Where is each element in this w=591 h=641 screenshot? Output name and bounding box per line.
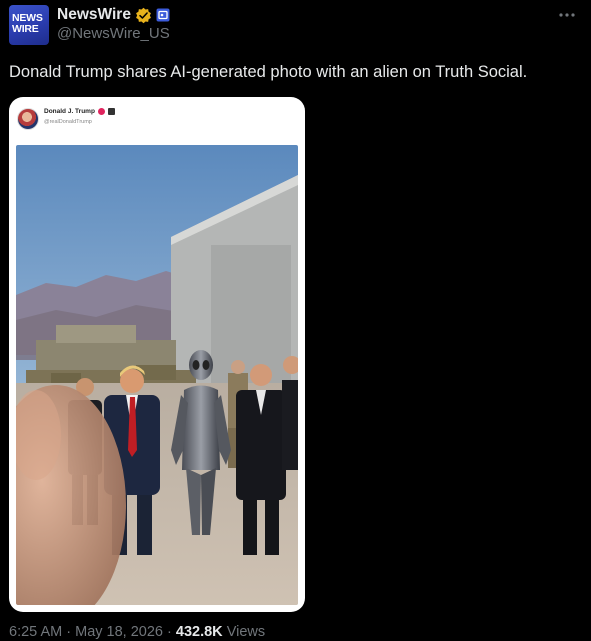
account-handle[interactable]: @NewsWire_US	[57, 25, 170, 42]
meta-separator-2: ·	[167, 624, 172, 640]
ai-generated-photo	[16, 145, 298, 605]
name-row: NewsWire	[57, 4, 170, 26]
more-options-icon[interactable]	[556, 6, 578, 24]
embedded-name-row: Donald J. Trump	[44, 108, 115, 115]
tweet-text: Donald Trump shares AI-generated photo w…	[9, 63, 528, 81]
embedded-handle: @realDonaldTrump	[44, 119, 92, 125]
avatar[interactable]: NEWS WIRE	[9, 5, 49, 45]
embedded-display-name: Donald J. Trump	[44, 108, 95, 115]
affiliate-badge-icon[interactable]	[156, 8, 170, 22]
verified-badge-icon[interactable]	[135, 7, 152, 24]
embedded-avatar	[17, 108, 39, 130]
tweet-media-image[interactable]: Donald J. Trump @realDonaldTrump	[9, 97, 305, 612]
tweet-header: NEWS WIRE NewsWire @NewsWire_US	[9, 3, 582, 47]
tweet-date[interactable]: May 18, 2026	[75, 624, 163, 640]
avatar-logo-text: NEWS WIRE	[12, 12, 43, 35]
views-count: 432.8K	[175, 624, 223, 640]
display-name[interactable]: NewsWire	[57, 6, 131, 24]
embedded-verified-icon	[97, 108, 105, 115]
embedded-plus-icon	[107, 108, 115, 115]
meta-separator: ·	[66, 624, 72, 640]
views-label: Views	[226, 624, 266, 640]
tweet-meta: 6:25 AM · May 18, 2026 · 432.8K Views	[9, 624, 265, 640]
tweet-time[interactable]: 6:25 AM	[9, 624, 62, 640]
photo-illustration	[16, 145, 298, 605]
